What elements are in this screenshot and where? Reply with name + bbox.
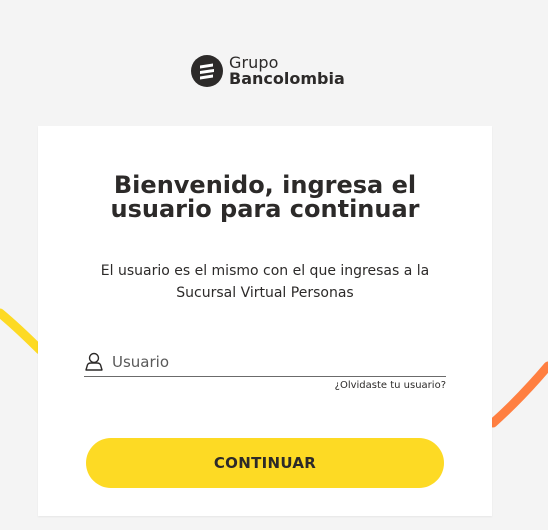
- username-field[interactable]: [84, 348, 446, 377]
- login-card: Bienvenido, ingresa el usuario para cont…: [38, 126, 492, 516]
- brand-logo: Grupo Bancolombia: [191, 53, 345, 89]
- continue-button[interactable]: CONTINUAR: [86, 438, 444, 488]
- login-title: Bienvenido, ingresa el usuario para cont…: [110, 171, 420, 223]
- login-page: Grupo Bancolombia Bienvenido, ingresa el…: [0, 0, 548, 530]
- brand-name: Grupo Bancolombia: [229, 55, 345, 87]
- user-icon: [85, 352, 103, 371]
- forgot-username-link[interactable]: ¿Olvidaste tu usuario?: [298, 379, 446, 393]
- brand-bottom-text: Bancolombia: [229, 69, 345, 88]
- username-input[interactable]: [112, 350, 432, 374]
- bancolombia-logo-icon: [191, 55, 223, 87]
- login-subtitle: El usuario es el mismo con el que ingres…: [100, 263, 430, 301]
